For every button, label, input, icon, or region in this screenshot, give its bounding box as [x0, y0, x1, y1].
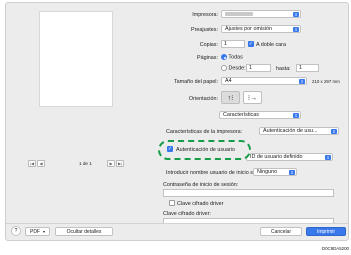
next-page-button[interactable]: ▶: [107, 160, 115, 167]
printer-select[interactable]: ⇕: [221, 10, 301, 18]
cancel-button[interactable]: Cancelar: [260, 227, 302, 236]
duplex-checkbox[interactable]: ✓: [248, 41, 254, 47]
presets-value: Ajustes por omisión: [225, 26, 273, 32]
pages-range-option[interactable]: Desde:: [221, 65, 246, 71]
chevron-updown-icon: ⇕: [289, 170, 295, 175]
preview-nav-left: |◀ ◀: [28, 160, 45, 168]
portrait-button[interactable]: ↑⁝: [221, 91, 240, 104]
help-button[interactable]: ?: [11, 226, 21, 236]
pages-from-input[interactable]: 1: [246, 64, 271, 72]
chevron-updown-icon: ⇕: [325, 155, 331, 160]
figure-caption: D0C9DA5200: [321, 246, 349, 251]
footer-divider: [6, 223, 348, 224]
presets-select[interactable]: Ajustes por omisión ⇕: [221, 25, 301, 33]
copies-label: Copias:: [199, 42, 218, 48]
paper-dimensions: 210 x 297 mm: [312, 79, 340, 84]
portrait-icon: ↑⁝: [227, 94, 234, 102]
chevron-updown-icon: ⇕: [331, 129, 337, 134]
prev-page-button[interactable]: ◀: [37, 160, 45, 167]
login-password-label: Contraseña de inicio de sesión:: [163, 182, 239, 188]
paper-size-label: Tamaño del papel:: [173, 79, 218, 85]
pages-from-value: 1: [249, 65, 252, 71]
user-auth-label: Autenticación de usuario: [176, 147, 236, 153]
section-value: Características: [223, 112, 259, 118]
printer-features-value: Autenticación de usu...: [263, 128, 318, 134]
duplex-label: A doble cara: [256, 42, 286, 48]
user-auth-checkbox[interactable]: ✓: [167, 146, 173, 152]
help-label: ?: [14, 228, 18, 234]
preview-nav-right: ▶ ▶|: [107, 160, 124, 168]
chevron-updown-icon: ⇕: [293, 27, 299, 32]
pages-to-input[interactable]: 1: [296, 64, 319, 72]
landscape-button[interactable]: ⁝→: [243, 91, 262, 104]
login-name-value: Ninguno: [257, 169, 278, 175]
pages-to-value: 1: [299, 65, 302, 71]
print-dialog: |◀ ◀ 1 de 1 ▶ ▶| Impresora: ⇕ Preajustes…: [5, 2, 349, 241]
first-page-button[interactable]: |◀: [28, 160, 36, 167]
pages-all-label: Todas: [228, 54, 243, 61]
encryption-key-field-label: Clave cifrado driver:: [163, 211, 211, 217]
chevron-down-icon: ▾: [42, 229, 45, 234]
pdf-label: PDF: [29, 228, 40, 235]
radio-selected-icon: [221, 54, 227, 60]
copies-value: 1: [224, 41, 227, 47]
page-indicator: 1 de 1: [79, 161, 92, 166]
page-preview: [39, 11, 113, 107]
orientation-label: Orientación:: [188, 96, 218, 102]
chevron-updown-icon: ⇕: [293, 12, 299, 17]
pages-from-label: Desde:: [228, 65, 246, 72]
last-page-button[interactable]: ▶|: [116, 160, 124, 167]
hide-details-button[interactable]: Ocultar detalles: [55, 227, 113, 236]
copies-input[interactable]: 1: [221, 40, 245, 48]
presets-label: Preajustes:: [191, 27, 218, 33]
paper-size-select[interactable]: A4 ⇕: [221, 77, 307, 85]
user-id-value: ID de usuario definido: [250, 154, 303, 160]
pages-label: Páginas:: [197, 55, 218, 61]
printer-name-redacted: [225, 12, 253, 16]
pages-to-label: hasta:: [276, 66, 291, 72]
user-id-select[interactable]: ID de usuario definido ⇕: [246, 153, 333, 161]
login-password-input[interactable]: [163, 189, 334, 197]
encryption-key-checkbox[interactable]: [169, 200, 175, 206]
chevron-updown-icon: ⇕: [293, 113, 299, 118]
print-button[interactable]: Imprimir: [306, 227, 346, 236]
pages-all-option[interactable]: Todas: [221, 54, 243, 60]
chevron-updown-icon: ⇕: [299, 79, 305, 84]
section-select[interactable]: Características ⇕: [219, 111, 301, 119]
login-name-select[interactable]: Ninguno ⇕: [253, 168, 297, 176]
paper-size-value: A4: [225, 78, 232, 84]
printer-features-select[interactable]: Autenticación de usu... ⇕: [259, 127, 339, 135]
radio-unselected-icon: [221, 65, 227, 71]
printer-label: Impresora:: [192, 12, 218, 18]
encryption-key-label: Clave cifrado driver: [177, 201, 224, 207]
pdf-menu-button[interactable]: PDF ▾: [25, 227, 50, 236]
printer-features-label: Características de la impresora:: [166, 129, 243, 135]
landscape-icon: ⁝→: [247, 94, 258, 102]
